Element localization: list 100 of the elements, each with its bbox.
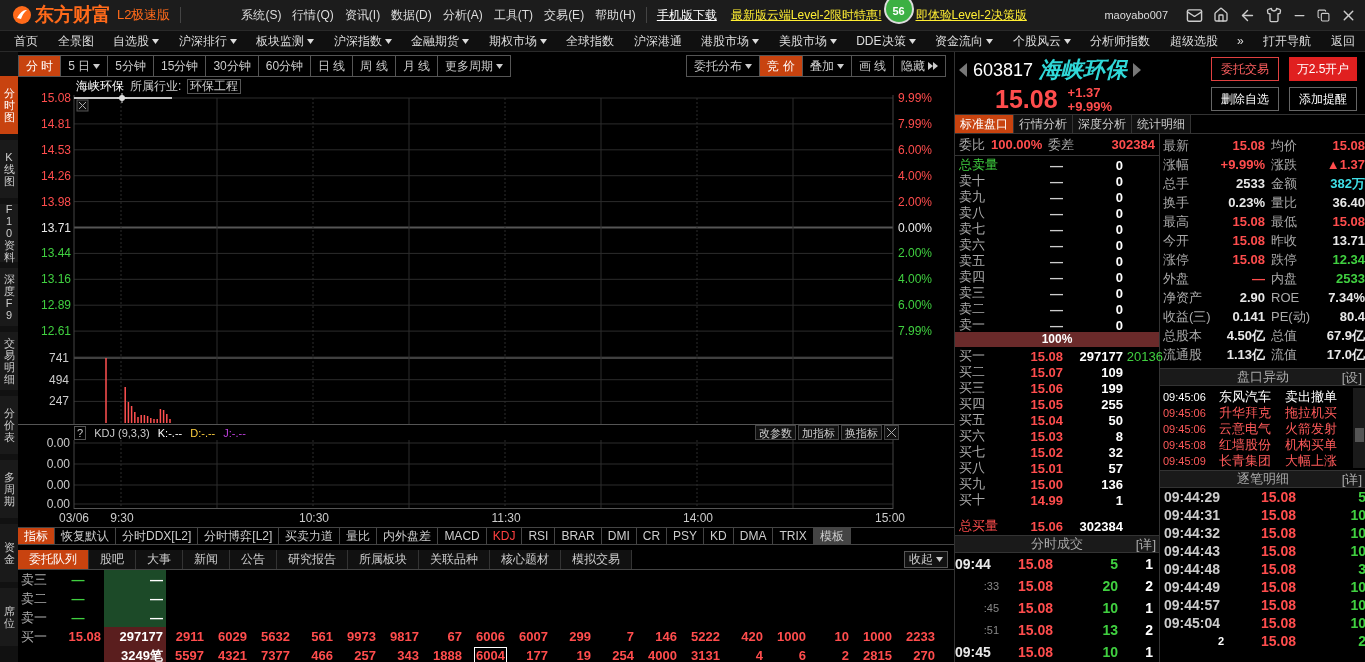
detail-link[interactable]: [详] xyxy=(1135,536,1156,553)
close-icon[interactable] xyxy=(884,425,899,440)
download-link[interactable]: 手机版下载 xyxy=(656,6,717,24)
side-tab[interactable]: 多周期 xyxy=(0,460,18,518)
side-tab[interactable]: 分价表 xyxy=(0,396,18,454)
alert-stock[interactable]: 红墙股份 xyxy=(1219,436,1285,454)
nav-item[interactable]: 沪深港通 xyxy=(633,32,682,50)
detail-tab[interactable]: 深度分析 xyxy=(1073,115,1132,133)
trade-price: 15.08 xyxy=(1016,556,1053,572)
info-tab[interactable]: 核心题材 xyxy=(490,550,561,569)
help-button[interactable]: ? xyxy=(74,425,87,440)
nav-item[interactable]: 沪深指数 xyxy=(333,32,392,50)
alert-stock[interactable]: 升华拜克 xyxy=(1219,404,1285,422)
action-button[interactable]: 添加提醒 xyxy=(1289,87,1357,111)
nav-item[interactable]: 资金流向 xyxy=(935,32,994,50)
nav-item[interactable]: » xyxy=(1237,34,1244,48)
queue-order: 5632 xyxy=(260,628,291,645)
nav-item[interactable]: 港股市场 xyxy=(701,32,760,50)
mail-icon[interactable] xyxy=(1186,6,1203,24)
axis-label: 14.26 xyxy=(40,168,71,183)
side-tab[interactable]: 资金 xyxy=(0,524,18,582)
queue-order: 6006 xyxy=(475,628,506,645)
shirt-icon[interactable] xyxy=(1266,7,1282,23)
menu-item[interactable]: 帮助(H) xyxy=(595,6,636,24)
side-tab[interactable]: F10资料 xyxy=(0,204,18,262)
alert-stock[interactable]: 东风汽车 xyxy=(1219,388,1285,406)
info-tab[interactable]: 关联品种 xyxy=(419,550,490,569)
settings-link[interactable]: [设] xyxy=(1341,369,1362,386)
indicator-tab[interactable]: 指标 xyxy=(18,528,55,544)
side-tab[interactable]: 交易明细 xyxy=(0,332,18,390)
nav-item[interactable]: 金融期货 xyxy=(411,32,470,50)
menu-item[interactable]: 行情(Q) xyxy=(292,6,334,24)
info-tab[interactable]: 新闻 xyxy=(183,550,230,569)
previous-icon[interactable] xyxy=(959,63,967,77)
side-tab[interactable]: 分时图 xyxy=(0,76,18,134)
indicator-tab[interactable]: 模板 xyxy=(813,528,851,544)
nav-item[interactable]: 打开导航 xyxy=(1263,32,1312,50)
menu-item[interactable]: 分析(A) xyxy=(442,6,483,24)
action-button[interactable]: 万2.5开户 xyxy=(1289,57,1357,81)
nav-item[interactable]: 个股风云 xyxy=(1012,32,1071,50)
tick-price: 15.08 xyxy=(1259,597,1296,613)
close-icon[interactable] xyxy=(76,99,89,112)
restore-icon[interactable] xyxy=(1317,8,1330,22)
menu-item[interactable]: 系统(S) xyxy=(241,6,282,24)
nav-item[interactable]: 返回 xyxy=(1330,32,1355,50)
stat-label: 金额 xyxy=(1270,175,1298,193)
detail-tab[interactable]: 统计明细 xyxy=(1132,115,1191,133)
stat-value: 13.71 xyxy=(1332,232,1365,250)
action-button[interactable]: 删除自选 xyxy=(1211,87,1279,111)
info-tab[interactable]: 大事 xyxy=(136,550,183,569)
info-tab[interactable]: 研究报告 xyxy=(277,550,348,569)
detail-tab[interactable]: 标准盘口 xyxy=(955,115,1014,133)
scroll-thumb[interactable] xyxy=(1354,428,1364,442)
info-tab[interactable]: 公告 xyxy=(230,550,277,569)
nav-item[interactable]: 期权市场 xyxy=(488,32,547,50)
side-tab[interactable]: 深度F9 xyxy=(0,268,18,326)
ratio-percent: 100% xyxy=(1041,332,1073,347)
indicator-button[interactable]: 改参数 xyxy=(755,425,796,440)
stat-label: 内盘 xyxy=(1270,270,1298,288)
alert-stock[interactable]: 云意电气 xyxy=(1219,420,1285,438)
promo-link[interactable]: 最新版云端Level-2限时特惠! xyxy=(730,6,882,24)
menu-item[interactable]: 工具(T) xyxy=(493,6,534,24)
nav-item[interactable]: DDE决策 xyxy=(856,32,916,50)
side-tab[interactable]: 席位 xyxy=(0,588,18,646)
nav-item[interactable]: 沪深排行 xyxy=(178,32,237,50)
book-price: — xyxy=(1049,157,1063,173)
nav-item[interactable]: 全景图 xyxy=(57,32,94,50)
scrollbar[interactable] xyxy=(1353,388,1365,468)
nav-item[interactable]: 自选股 xyxy=(113,32,160,50)
info-tab[interactable]: 委托队列 xyxy=(18,550,89,569)
menu-item[interactable]: 资讯(I) xyxy=(344,6,381,24)
nav-item[interactable]: 超级选股 xyxy=(1169,32,1218,50)
chart-tool-button[interactable]: 竞 价 xyxy=(760,56,803,76)
info-tab[interactable]: 所属板块 xyxy=(348,550,419,569)
indicator-button[interactable]: 换指标 xyxy=(841,425,882,440)
promo-link[interactable]: 即体验Level-2决策版 xyxy=(915,6,1027,24)
nav-item[interactable]: 全球指数 xyxy=(566,32,615,50)
next-icon[interactable] xyxy=(1133,63,1142,77)
menu-item[interactable]: 交易(E) xyxy=(544,6,585,24)
home-icon[interactable] xyxy=(1213,7,1229,23)
collapse-button[interactable]: 收起 xyxy=(904,551,948,568)
menu-item[interactable]: 数据(D) xyxy=(391,6,432,24)
action-button[interactable]: 委托交易 xyxy=(1211,57,1279,81)
industry-tag[interactable]: 环保工程 xyxy=(187,78,242,94)
info-tab[interactable]: 股吧 xyxy=(89,550,136,569)
caret-icon xyxy=(152,38,160,44)
nav-item[interactable]: 首页 xyxy=(14,32,38,50)
nav-item[interactable]: 板块监测 xyxy=(256,32,315,50)
period-tab[interactable]: 分 时 xyxy=(19,56,62,76)
alert-stock[interactable]: 长青集团 xyxy=(1219,452,1285,470)
stat-value: 2.90 xyxy=(1239,289,1265,307)
detail-link[interactable]: [详] xyxy=(1341,471,1362,488)
indicator-button[interactable]: 加指标 xyxy=(798,425,839,440)
info-tab[interactable]: 模拟交易 xyxy=(561,550,632,569)
nav-item[interactable]: 分析师指数 xyxy=(1090,32,1151,50)
book-label: 卖四 xyxy=(959,268,986,286)
queue-order: 1000 xyxy=(776,628,807,645)
side-tab[interactable]: K线图 xyxy=(0,140,18,198)
detail-tab[interactable]: 行情分析 xyxy=(1014,115,1073,133)
nav-item[interactable]: 美股市场 xyxy=(778,32,837,50)
